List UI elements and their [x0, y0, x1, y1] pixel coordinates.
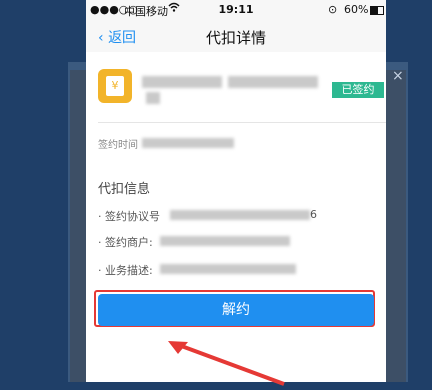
merchant-subtitle-redacted	[146, 92, 160, 104]
clock-time: 19:11	[218, 3, 254, 16]
phone-screen: ●●●○○ 中国移动 19:11 ⊙ 60% ‹ 返回 代扣详情 ¥ 已签约 签…	[86, 0, 386, 382]
background-strip-right	[386, 70, 406, 382]
battery-percent: 60%	[344, 3, 369, 16]
merchant-card: ¥ 已签约 签约时间	[86, 52, 386, 170]
receipt-icon: ¥	[106, 76, 124, 96]
agreement-number-tail: 6	[310, 208, 317, 221]
section-title: 代扣信息	[98, 182, 151, 197]
background-close-icon: ×	[392, 68, 404, 84]
detail-row-merchant: · 签约商户:	[98, 236, 153, 249]
merchant-name-redacted	[142, 76, 222, 88]
description-value-redacted	[160, 264, 296, 274]
unbind-button[interactable]: 解约	[98, 294, 374, 326]
divider	[98, 122, 386, 123]
status-bar: ●●●○○ 中国移动 19:11 ⊙ 60%	[86, 0, 386, 20]
background-strip-left	[70, 70, 86, 382]
sign-time-label: 签约时间	[98, 140, 138, 151]
navigation-bar: ‹ 返回 代扣详情	[86, 20, 386, 53]
detail-row-description: · 业务描述:	[98, 264, 153, 277]
page-title: 代扣详情	[205, 29, 266, 47]
agreement-number-redacted	[170, 210, 310, 220]
annotation-arrow-icon	[168, 341, 285, 386]
sign-time-redacted	[142, 138, 234, 148]
merchant-value-redacted	[160, 236, 290, 246]
battery-icon	[370, 6, 384, 15]
merchant-app-icon: ¥	[98, 69, 132, 103]
status-badge: 已签约	[332, 82, 384, 98]
detail-row-agreement: · 签约协议号	[98, 210, 160, 223]
merchant-name-redacted-2	[228, 76, 318, 88]
rotation-lock-icon: ⊙	[328, 3, 338, 16]
